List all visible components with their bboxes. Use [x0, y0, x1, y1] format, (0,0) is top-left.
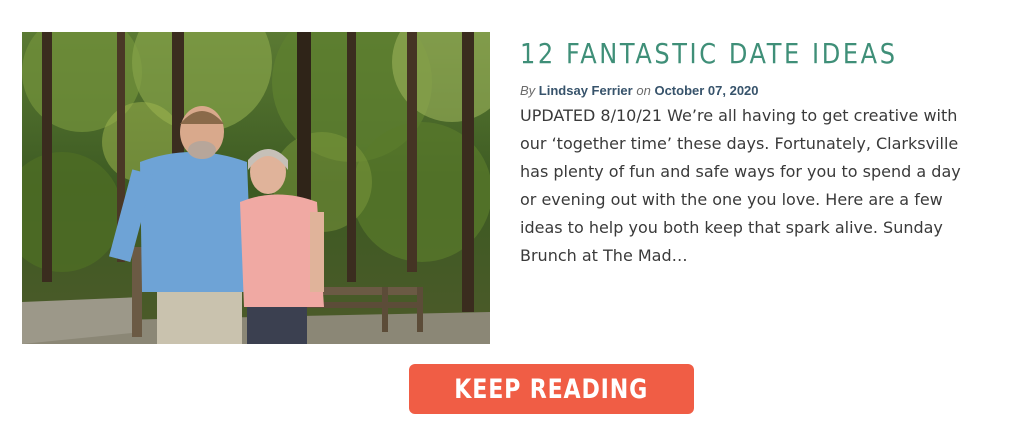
keep-reading-button[interactable]: KEEP READING [409, 364, 694, 414]
date-label: on [636, 83, 651, 98]
post-featured-image[interactable] [22, 32, 490, 344]
byline-label: By [520, 83, 536, 98]
post-summary: 12 FANTASTIC DATE IDEAS By Lindsay Ferri… [520, 36, 990, 270]
post-date-link[interactable]: October 07, 2020 [654, 83, 758, 98]
keep-reading-label: KEEP READING [454, 373, 649, 405]
couple-photo-illustration [22, 32, 490, 344]
post-title[interactable]: 12 FANTASTIC DATE IDEAS [520, 36, 924, 72]
post-excerpt: UPDATED 8/10/21 We’re all having to get … [520, 106, 961, 265]
post-meta: By Lindsay Ferrier on October 07, 2020 [520, 83, 990, 98]
author-link[interactable]: Lindsay Ferrier [539, 83, 633, 98]
